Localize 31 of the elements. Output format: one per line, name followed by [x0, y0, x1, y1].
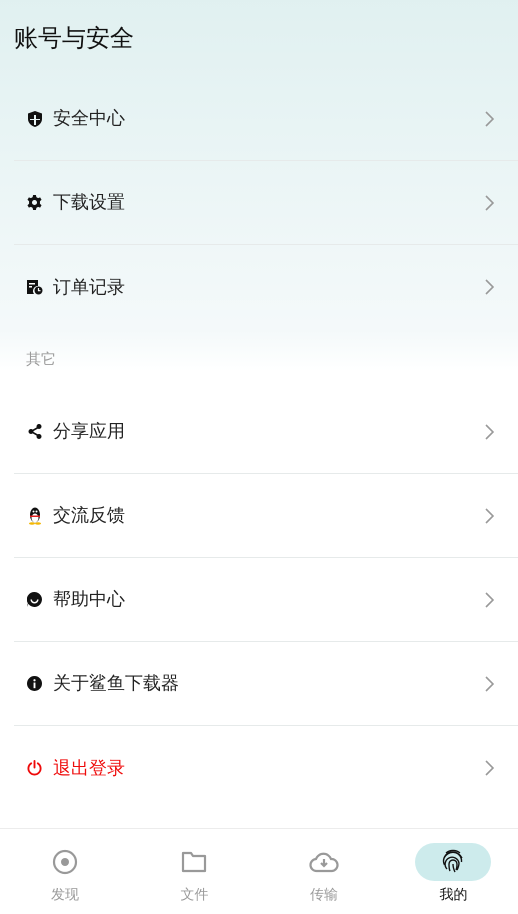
shield-icon — [28, 110, 42, 126]
cloud-download-icon — [308, 851, 339, 873]
share-icon — [28, 424, 42, 439]
fingerprint-icon — [441, 849, 466, 875]
menu-item[interactable]: 分享应用 — [14, 390, 518, 474]
menu-item[interactable]: 帮助中心 — [14, 558, 518, 642]
chevron-right-icon — [485, 592, 494, 608]
receipt-clock-icon — [26, 280, 42, 294]
menu-item[interactable]: 退出登录 — [14, 726, 518, 810]
chevron-right-icon — [485, 279, 494, 295]
menu-item[interactable]: 关于鲨鱼下载器 — [14, 642, 518, 726]
chevron-right-icon — [485, 676, 494, 692]
target-icon — [52, 849, 78, 875]
nav-tab[interactable]: 我的 — [388, 829, 518, 914]
chevron-right-icon — [485, 194, 494, 210]
penguin-icon — [28, 506, 42, 524]
menu-item[interactable]: 安全中心 — [14, 77, 518, 161]
chevron-right-icon — [485, 760, 494, 776]
folder-icon — [181, 851, 208, 873]
menu-item[interactable]: 订单记录 — [14, 245, 518, 329]
chevron-right-icon — [485, 508, 494, 524]
chevron-right-icon — [485, 424, 494, 440]
gear-icon — [27, 195, 42, 210]
power-icon — [27, 760, 42, 776]
menu-item[interactable]: 下载设置 — [14, 161, 518, 245]
page-title: 账号与安全 — [14, 23, 134, 54]
chevron-right-icon — [485, 110, 494, 126]
chat-smile-icon — [27, 592, 42, 607]
section-heading: 其它 — [26, 349, 56, 370]
info-icon — [27, 676, 42, 691]
menu-item[interactable]: 交流反馈 — [14, 474, 518, 558]
